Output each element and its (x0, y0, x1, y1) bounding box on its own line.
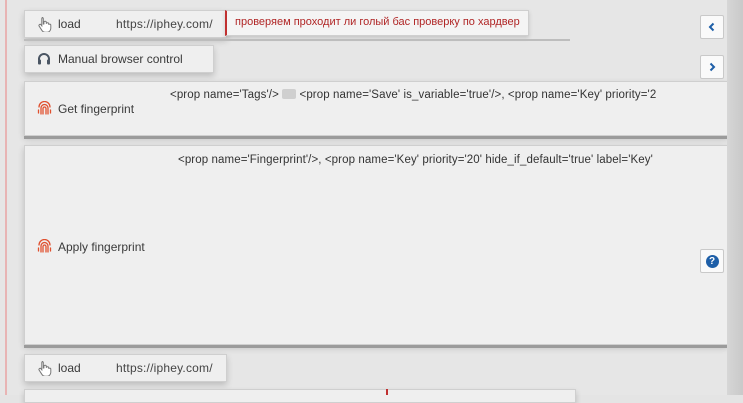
comment-marker-partial (386, 389, 388, 395)
fingerprint-icon (37, 239, 52, 253)
headset-icon (38, 53, 50, 65)
apply-fingerprint-params: <prop name='Fingerprint'/>, <prop name='… (178, 154, 653, 166)
expand-right-button[interactable] (700, 55, 724, 79)
load-action-block-2[interactable]: load https://iphey.com/ (24, 354, 227, 382)
chevron-left-icon (708, 22, 715, 32)
hand-pointer-icon (38, 17, 52, 32)
manual-browser-control-label: Manual browser control (58, 52, 183, 66)
collapse-left-button[interactable] (700, 15, 724, 39)
get-fingerprint-label: Get fingerprint (58, 102, 135, 116)
row1-divider (24, 39, 570, 41)
fingerprint-icon (37, 101, 52, 115)
get-fingerprint-params: <prop name='Tags'/> <prop name='Save' is… (170, 88, 657, 101)
help-icon: ? (705, 254, 719, 268)
script-canvas: load https://iphey.com/ проверяем проход… (0, 0, 743, 403)
get-fingerprint-block[interactable]: Get fingerprint <prop name='Tags'/> <pro… (24, 81, 728, 136)
param-tags: <prop name='Tags'/> (170, 89, 279, 101)
hand-pointer-icon (38, 361, 52, 376)
row4-divider (24, 345, 727, 348)
chevron-right-icon (709, 62, 716, 72)
load-label: load (58, 361, 81, 375)
apply-fingerprint-block[interactable]: Apply fingerprint <prop name='Fingerprin… (24, 145, 728, 345)
load-url: https://iphey.com/ (116, 361, 213, 375)
apply-fingerprint-label: Apply fingerprint (58, 240, 145, 254)
next-block-partial[interactable] (24, 389, 576, 403)
arrow-icon (282, 88, 297, 99)
load-action-block[interactable]: load https://iphey.com/ (24, 10, 227, 38)
load-label: load (58, 17, 81, 31)
right-edge (727, 0, 743, 395)
help-button[interactable]: ? (700, 249, 724, 273)
manual-browser-control-block[interactable]: Manual browser control (24, 45, 214, 73)
comment-note[interactable]: проверяем проходит ли голый бас проверку… (225, 10, 529, 36)
load-url: https://iphey.com/ (116, 17, 213, 31)
row3-divider (24, 136, 727, 139)
param-save-key: <prop name='Save' is_variable='true'/>, … (299, 89, 657, 101)
left-margin-line (5, 0, 7, 395)
